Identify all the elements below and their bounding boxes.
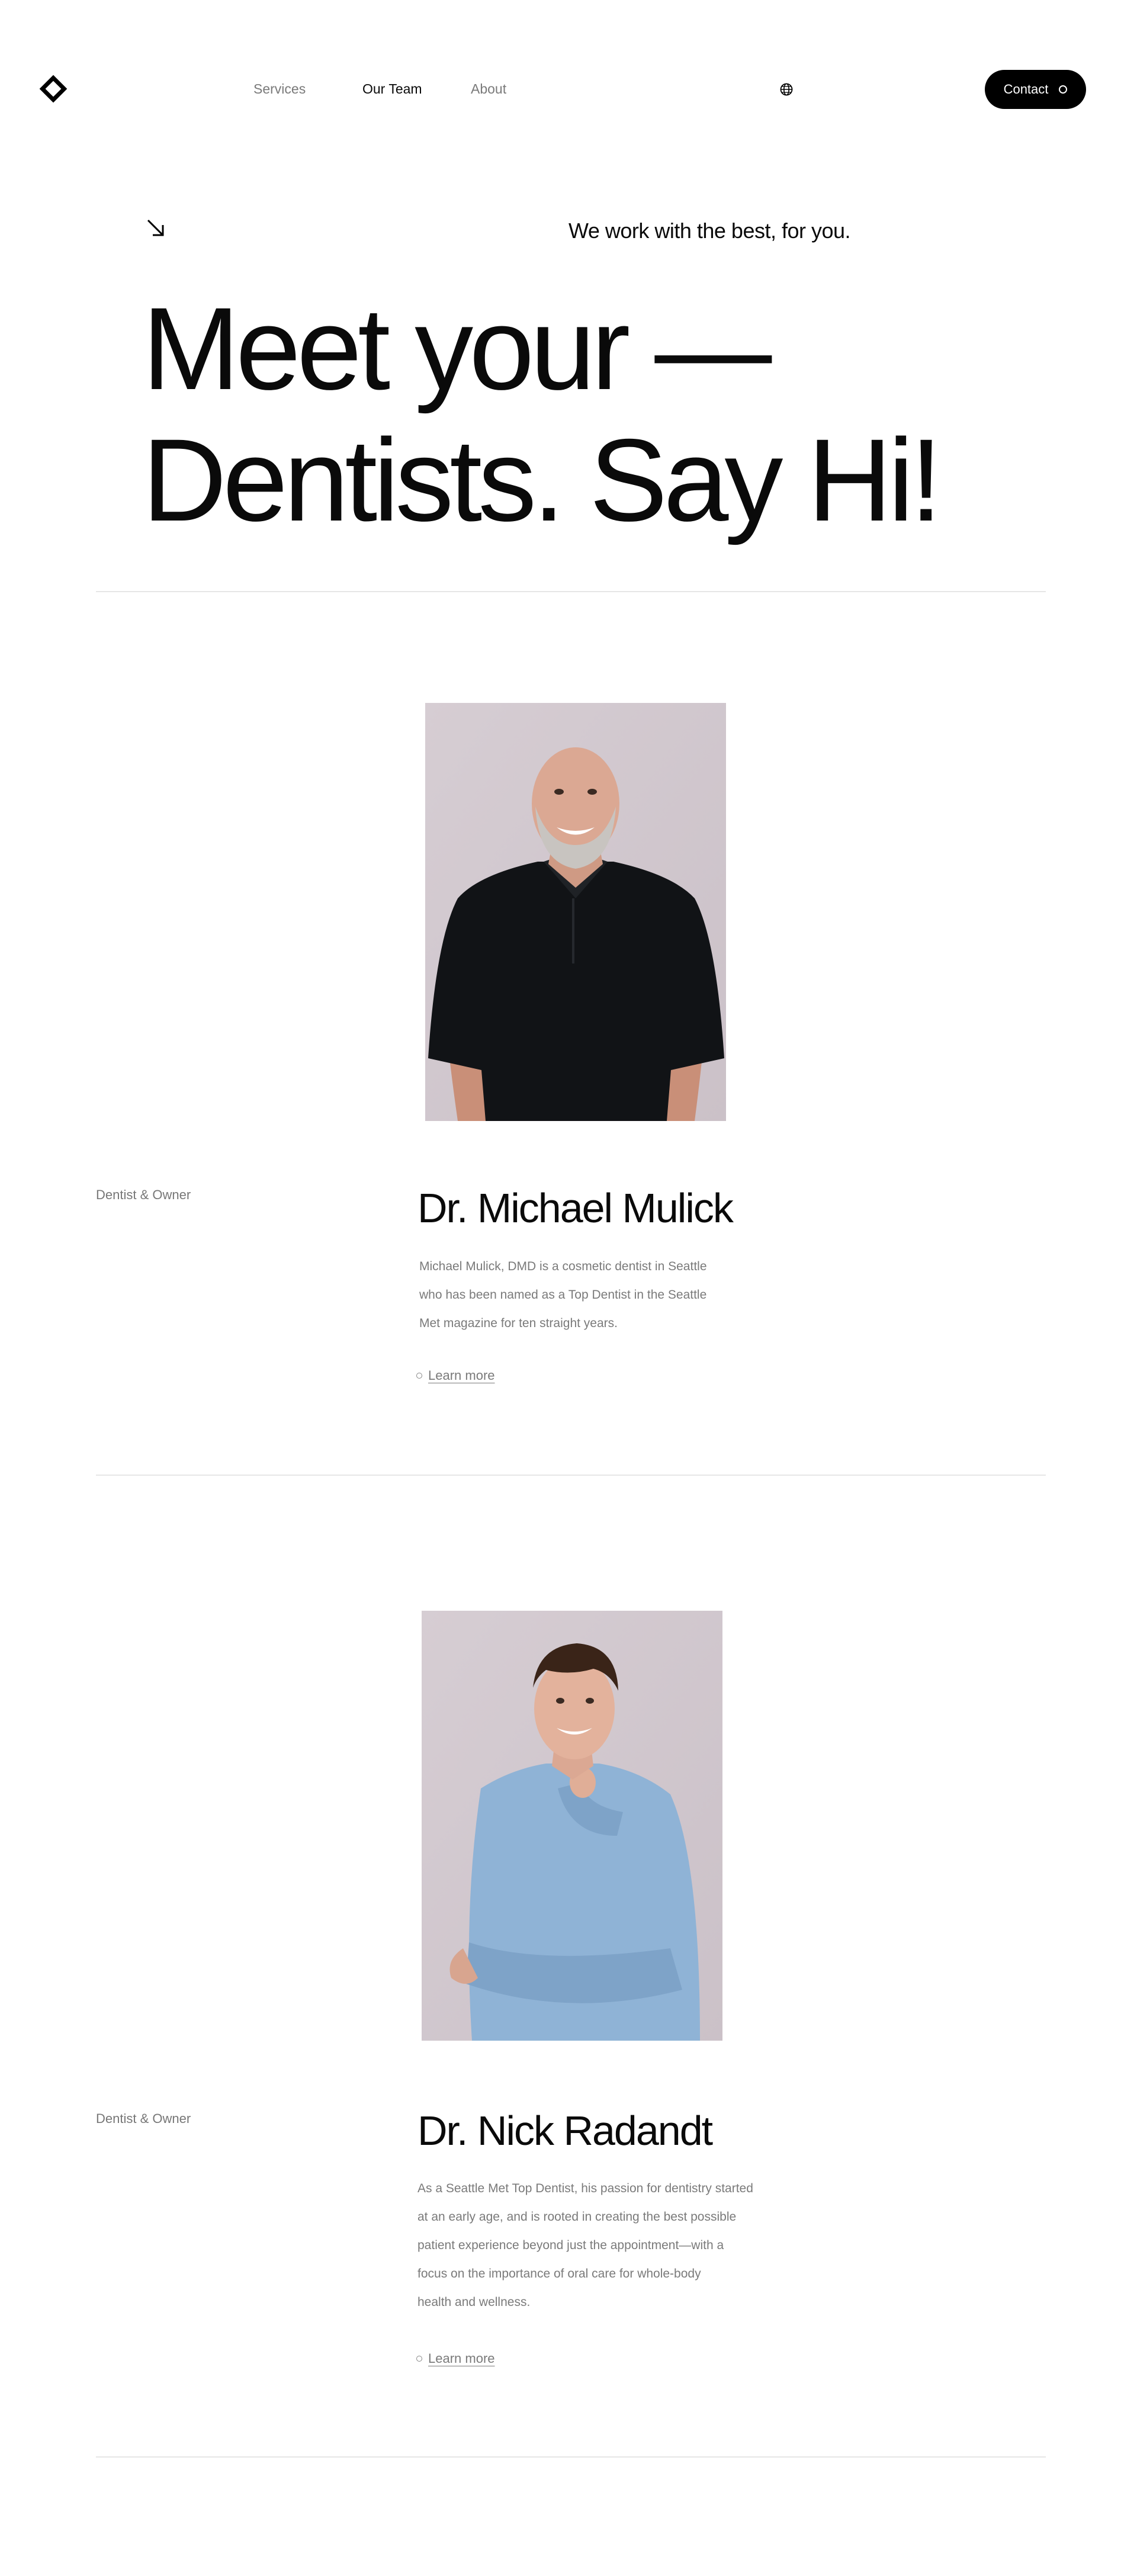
bio-line: Met magazine for ten straight years.: [419, 1316, 618, 1330]
contact-button[interactable]: Contact: [985, 70, 1086, 109]
nav-link-our-team[interactable]: Our Team: [362, 81, 422, 97]
arrow-down-right-icon: [147, 219, 164, 236]
divider: [96, 1475, 1046, 1476]
hero-tagline: We work with the best, for you.: [568, 219, 851, 243]
learn-more-label: Learn more: [428, 2351, 495, 2366]
circle-icon: [1059, 85, 1068, 94]
dentist-role: Dentist & Owner: [96, 1187, 191, 1202]
dentist-photo: [422, 1611, 722, 2041]
circle-icon: [416, 1373, 422, 1379]
dentist-photo: [425, 703, 726, 1121]
globe-icon[interactable]: [779, 82, 794, 97]
contact-button-label: Contact: [1003, 82, 1049, 97]
nav-link-services[interactable]: Services: [253, 81, 306, 97]
headline-line-1: Meet your —: [142, 283, 772, 414]
bio-line: focus on the importance of oral care for…: [417, 2267, 701, 2281]
divider: [96, 2456, 1046, 2458]
divider: [96, 591, 1046, 592]
site-header: Services Our Team About Contact: [0, 0, 1137, 178]
dentist-name: Dr. Michael Mulick: [417, 1185, 734, 1231]
bio-line: health and wellness.: [417, 2295, 531, 2309]
bio-line: As a Seattle Met Top Dentist, his passio…: [417, 2182, 753, 2195]
dentist-role: Dentist & Owner: [96, 2111, 191, 2126]
bio-line: at an early age, and is rooted in creati…: [417, 2210, 737, 2224]
learn-more-link[interactable]: Learn more: [416, 2351, 495, 2366]
dentist-name: Dr. Nick Radandt: [417, 2108, 713, 2154]
headline-line-2: Dentists. Say Hi!: [142, 415, 942, 545]
logo-diamond-icon[interactable]: [39, 75, 68, 103]
dentist-bio: Michael Mulick, DMD is a cosmetic dentis…: [419, 1252, 707, 1338]
learn-more-link[interactable]: Learn more: [416, 1368, 495, 1383]
circle-icon: [416, 2356, 422, 2362]
dentist-bio: As a Seattle Met Top Dentist, his passio…: [417, 2174, 753, 2317]
page-headline: Meet your — Dentists. Say Hi!: [142, 283, 942, 546]
bio-line: who has been named as a Top Dentist in t…: [419, 1288, 707, 1302]
bio-line: Michael Mulick, DMD is a cosmetic dentis…: [419, 1260, 707, 1273]
bio-line: patient experience beyond just the appoi…: [417, 2238, 724, 2252]
learn-more-label: Learn more: [428, 1368, 495, 1383]
nav-link-about[interactable]: About: [471, 81, 506, 97]
